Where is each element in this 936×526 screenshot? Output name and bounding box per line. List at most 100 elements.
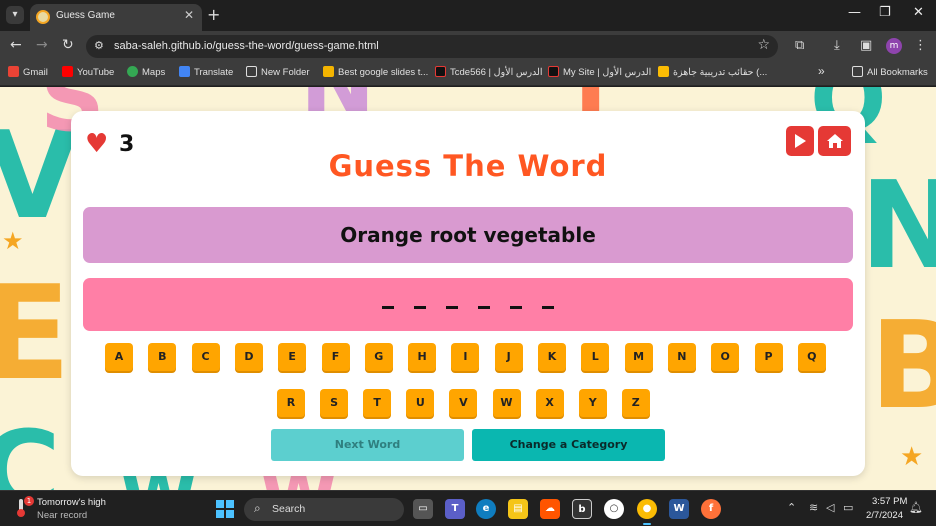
- tray-chevron-icon[interactable]: ⌃: [787, 501, 796, 514]
- bookmark-label: All Bookmarks: [867, 67, 928, 78]
- letter-blank: [542, 306, 554, 309]
- minimize-icon[interactable]: —: [848, 5, 861, 20]
- letter-key[interactable]: G: [364, 343, 393, 371]
- download-icon[interactable]: ⤓: [834, 38, 840, 53]
- edge-icon[interactable]: e: [476, 499, 496, 519]
- page-background: V E C S N T Q N B W W ★ ★ ♥ 3 Guess The …: [0, 87, 936, 490]
- tab-search-icon[interactable]: ▾: [6, 6, 24, 24]
- clock-time[interactable]: 3:57 PM: [872, 496, 907, 507]
- app-icon[interactable]: b: [572, 499, 592, 519]
- letter-key[interactable]: Y: [578, 389, 607, 417]
- bookmark-new-folder[interactable]: New Folder: [246, 66, 310, 78]
- decor-star-icon: ★: [2, 227, 24, 255]
- letter-key[interactable]: W: [492, 389, 521, 417]
- soundcloud-icon[interactable]: ☁: [540, 499, 560, 519]
- letter-key[interactable]: B: [148, 343, 177, 371]
- word-icon[interactable]: W: [669, 499, 689, 519]
- bookmark-tcde566[interactable]: Tcde566 | الدرس الأول: [435, 66, 543, 78]
- firefox-icon[interactable]: f: [701, 499, 721, 519]
- letter-key[interactable]: R: [277, 389, 305, 417]
- letter-key[interactable]: F: [321, 343, 350, 371]
- back-icon[interactable]: ←: [10, 37, 22, 53]
- letter-blank: [446, 306, 458, 309]
- folder-icon: [852, 66, 863, 77]
- address-bar[interactable]: ⚙ saba-saleh.github.io/guess-the-word/gu…: [86, 35, 778, 58]
- search-label: Search: [272, 503, 306, 515]
- decor-letter: E: [0, 257, 71, 409]
- letter-blank: [414, 306, 426, 309]
- gmail-icon: [8, 66, 19, 77]
- letter-key[interactable]: L: [581, 343, 610, 371]
- app-icon[interactable]: ○: [604, 499, 624, 519]
- letter-key[interactable]: Q: [797, 343, 826, 371]
- bookmark-label: Tcde566 | الدرس الأول: [450, 67, 543, 78]
- more-bookmarks-icon[interactable]: »: [818, 64, 825, 78]
- close-tab-icon[interactable]: ✕: [184, 8, 194, 22]
- bookmark-google-slides[interactable]: Best google slides t...: [323, 66, 428, 78]
- letter-key[interactable]: M: [624, 343, 653, 371]
- all-bookmarks[interactable]: All Bookmarks: [852, 66, 928, 78]
- favicon-icon: [36, 10, 50, 24]
- menu-icon[interactable]: ⋮: [914, 38, 927, 53]
- letter-key[interactable]: S: [320, 389, 349, 417]
- letter-key[interactable]: E: [278, 343, 307, 371]
- slides-icon: [323, 66, 334, 77]
- folder-icon: [246, 66, 257, 77]
- start-button[interactable]: [216, 500, 234, 518]
- notification-bell-icon[interactable]: 🔔︎: [909, 501, 923, 514]
- profile-avatar[interactable]: m: [886, 38, 902, 54]
- letter-key[interactable]: U: [406, 389, 435, 417]
- letter-key[interactable]: I: [451, 343, 480, 371]
- drive-icon: [658, 66, 669, 77]
- change-category-button[interactable]: Change a Category: [472, 429, 665, 461]
- chrome-icon[interactable]: ●: [637, 499, 657, 519]
- bookmark-youtube[interactable]: YouTube: [62, 66, 114, 78]
- letter-key[interactable]: V: [449, 389, 478, 417]
- site-icon: [435, 66, 446, 77]
- bookmark-label: New Folder: [261, 67, 310, 78]
- forward-icon[interactable]: →: [36, 37, 48, 53]
- letter-key[interactable]: D: [234, 343, 263, 371]
- tab-guess-game[interactable]: Guess Game ✕: [30, 4, 202, 31]
- task-view-icon[interactable]: ▭: [413, 499, 433, 519]
- volume-icon[interactable]: ◁: [826, 501, 834, 514]
- word-blanks: [83, 278, 853, 331]
- letter-key[interactable]: P: [754, 343, 783, 371]
- letter-blank: [478, 306, 490, 309]
- new-tab-icon[interactable]: +: [207, 5, 220, 24]
- taskbar-search[interactable]: ⌕ Search: [244, 498, 404, 521]
- wifi-icon[interactable]: ≋: [809, 501, 818, 514]
- file-explorer-icon[interactable]: ▤: [508, 499, 528, 519]
- letter-key[interactable]: J: [494, 343, 523, 371]
- letter-key[interactable]: O: [711, 343, 740, 371]
- letter-key[interactable]: K: [538, 343, 566, 371]
- letter-key[interactable]: N: [667, 343, 696, 371]
- clock-date[interactable]: 2/7/2024: [866, 510, 903, 521]
- teams-icon[interactable]: T: [445, 499, 465, 519]
- letter-key[interactable]: Z: [621, 389, 650, 417]
- next-word-button[interactable]: Next Word: [271, 429, 464, 461]
- weather-subtitle: Near record: [37, 510, 88, 521]
- side-panel-icon[interactable]: ▣: [860, 38, 872, 53]
- bookmark-star-icon[interactable]: ☆: [757, 37, 770, 53]
- restore-icon[interactable]: ❐: [879, 5, 891, 20]
- weather-title[interactable]: Tomorrow's high: [37, 497, 106, 508]
- site-info-icon[interactable]: ⚙: [94, 39, 104, 52]
- bookmark-my-site[interactable]: My Site | الدرس الأول: [548, 66, 651, 78]
- letter-key[interactable]: C: [191, 343, 220, 371]
- battery-icon[interactable]: ▭: [843, 501, 853, 514]
- letter-key[interactable]: T: [363, 389, 392, 417]
- bookmark-maps[interactable]: Maps: [127, 66, 165, 78]
- bookmark-translate[interactable]: Translate: [179, 66, 233, 78]
- reload-icon[interactable]: ↻: [62, 37, 74, 53]
- decor-letter: C: [0, 407, 61, 490]
- letter-key[interactable]: X: [535, 389, 564, 417]
- youtube-icon: [62, 66, 73, 77]
- letter-key[interactable]: A: [105, 343, 133, 371]
- extensions-icon[interactable]: ⧉: [795, 38, 804, 53]
- bookmark-gmail[interactable]: Gmail: [8, 66, 48, 78]
- close-window-icon[interactable]: ✕: [913, 5, 924, 20]
- letter-key[interactable]: H: [408, 343, 437, 371]
- bookmark-drive[interactable]: حقائب تدريبية جاهزة (...: [658, 66, 767, 78]
- letter-blank: [510, 306, 522, 309]
